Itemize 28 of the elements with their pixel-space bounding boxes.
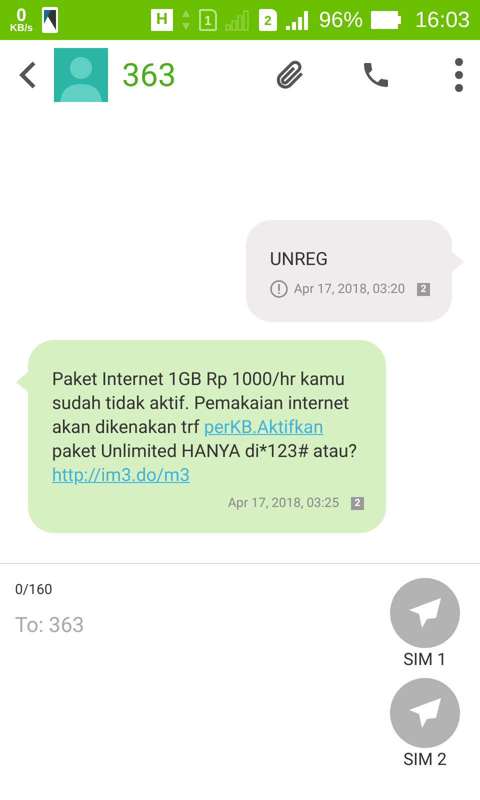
send-icon	[408, 597, 442, 629]
message-time: Apr 17, 2018, 03:25	[228, 496, 339, 511]
contact-name: 363	[122, 56, 176, 94]
battery-percent: 96%	[318, 7, 363, 33]
message-text: Paket Internet 1GB Rp 1000/hr kamu sudah tidak aktif. Pemakaian internet akan dikenakan trf perKB.Aktifkan paket Unlimited HANYA di*123# atau? http://im3.do/m3	[52, 368, 358, 488]
message-time: Apr 17, 2018, 03:20	[294, 282, 405, 296]
speed-unit: KB/s	[10, 24, 33, 34]
character-counter: 0/160	[15, 582, 52, 598]
network-type: H	[150, 9, 173, 31]
battery-icon	[370, 11, 401, 29]
phone-icon	[40, 6, 59, 34]
network-speed: 0	[16, 6, 26, 24]
data-arrows-icon	[180, 9, 191, 31]
clock: 16:03	[414, 7, 470, 33]
signal-icon	[284, 9, 311, 31]
signal-icon	[224, 9, 251, 31]
sim-label: SIM 2	[403, 750, 447, 770]
sim-icon: 2	[258, 9, 277, 31]
sim-badge: 2	[351, 497, 364, 510]
message-text: UNREG	[270, 248, 329, 272]
send-icon	[408, 697, 442, 729]
avatar-icon	[54, 48, 108, 102]
sim-icon: 1	[198, 9, 217, 31]
sim-badge: 2	[417, 282, 430, 296]
sim-label: SIM 1	[403, 650, 447, 670]
more-icon	[454, 57, 464, 93]
message-link[interactable]: http://im3.do/m3	[52, 465, 190, 486]
message-link[interactable]: perKB.Aktifkan	[204, 417, 324, 438]
